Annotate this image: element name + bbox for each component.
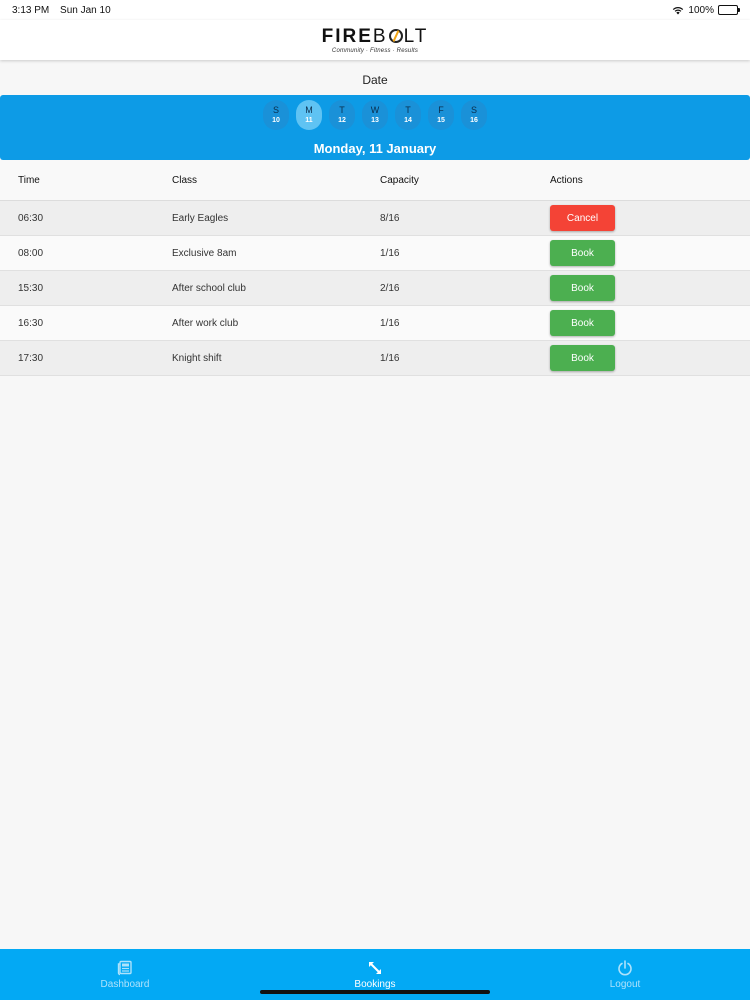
bolt-icon [388, 29, 403, 43]
day-thu-14[interactable]: T 14 [395, 100, 421, 130]
table-header: Time Class Capacity Actions [0, 160, 750, 201]
day-number: 14 [404, 116, 412, 124]
day-tue-12[interactable]: T 12 [329, 100, 355, 130]
app-header: FIRE B LT Community · Fitness · Results [0, 20, 750, 60]
row-time: 16:30 [18, 317, 44, 329]
status-bar: 3:13 PM Sun Jan 10 100% [0, 0, 750, 20]
day-letter: S [272, 104, 279, 115]
row-class: After school club [172, 282, 246, 294]
battery-icon [718, 5, 740, 15]
tab-label: Logout [609, 978, 641, 990]
logo-text-light: LT [403, 25, 429, 47]
header-capacity: Capacity [380, 174, 419, 186]
expand-arrows-icon [369, 961, 381, 974]
day-letter: M [305, 104, 313, 115]
status-time: 3:13 PM [12, 4, 50, 16]
day-list: S 10 M 11 T 12 W 13 T 14 F 15 S 16 [263, 100, 487, 130]
row-class: Early Eagles [172, 212, 229, 224]
day-letter: T [405, 104, 411, 115]
book-button[interactable]: Book [550, 240, 615, 266]
week-selector: S 10 M 11 T 12 W 13 T 14 F 15 S 16 Monda… [0, 95, 750, 160]
selected-date-title: Monday, 11 January [313, 141, 437, 156]
row-capacity: 8/16 [380, 212, 400, 224]
tab-label: Dashboard [100, 978, 150, 990]
row-time: 17:30 [18, 352, 44, 364]
tab-dashboard[interactable]: Dashboard [0, 949, 250, 1000]
wifi-icon [673, 6, 684, 14]
table-row: 15:30 After school club 2/16 Book [0, 271, 750, 306]
row-time: 15:30 [18, 282, 44, 294]
date-label: Date [362, 73, 388, 87]
day-number: 10 [272, 116, 280, 124]
day-number: 12 [338, 116, 346, 124]
day-sat-16[interactable]: S 16 [461, 100, 487, 130]
tab-label: Bookings [354, 978, 396, 990]
day-number: 13 [371, 116, 379, 124]
day-letter: F [438, 104, 444, 115]
battery-percent: 100% [688, 4, 714, 16]
tab-logout[interactable]: Logout [500, 949, 750, 1000]
day-number: 15 [437, 116, 445, 124]
home-indicator [260, 990, 490, 994]
day-mon-11[interactable]: M 11 [296, 100, 322, 130]
status-date: Sun Jan 10 [60, 4, 111, 16]
row-class: After work club [172, 317, 239, 329]
day-number: 11 [305, 116, 313, 124]
classes-table: Time Class Capacity Actions 06:30 Early … [0, 160, 750, 376]
row-time: 06:30 [18, 212, 44, 224]
book-button[interactable]: Book [550, 345, 615, 371]
row-capacity: 1/16 [380, 352, 400, 364]
power-icon [618, 959, 632, 975]
header-time: Time [18, 174, 40, 186]
logo-text-b: B [372, 25, 388, 47]
day-letter: W [370, 104, 380, 115]
row-capacity: 1/16 [380, 247, 400, 259]
firebolt-logo: FIRE B LT [322, 27, 429, 46]
row-capacity: 2/16 [380, 282, 400, 294]
row-capacity: 1/16 [380, 317, 400, 329]
row-class: Knight shift [172, 352, 222, 364]
book-button[interactable]: Book [550, 310, 615, 336]
table-row: 06:30 Early Eagles 8/16 Cancel [0, 201, 750, 236]
logo-text-bold: FIRE [321, 25, 373, 47]
table-row: 08:00 Exclusive 8am 1/16 Book [0, 236, 750, 271]
day-fri-15[interactable]: F 15 [428, 100, 454, 130]
header-class: Class [172, 174, 198, 186]
book-button[interactable]: Book [550, 275, 615, 301]
day-number: 16 [470, 116, 478, 124]
day-wed-13[interactable]: W 13 [362, 100, 388, 130]
day-letter: T [339, 104, 345, 115]
day-sun-10[interactable]: S 10 [263, 100, 289, 130]
day-letter: S [470, 104, 477, 115]
newspaper-icon [117, 960, 132, 975]
logo-tagline: Community · Fitness · Results [331, 47, 419, 54]
cancel-button[interactable]: Cancel [550, 205, 615, 231]
row-class: Exclusive 8am [172, 247, 237, 259]
table-row: 16:30 After work club 1/16 Book [0, 306, 750, 341]
row-time: 08:00 [18, 247, 44, 259]
table-row: 17:30 Knight shift 1/16 Book [0, 341, 750, 376]
header-actions: Actions [550, 174, 583, 186]
